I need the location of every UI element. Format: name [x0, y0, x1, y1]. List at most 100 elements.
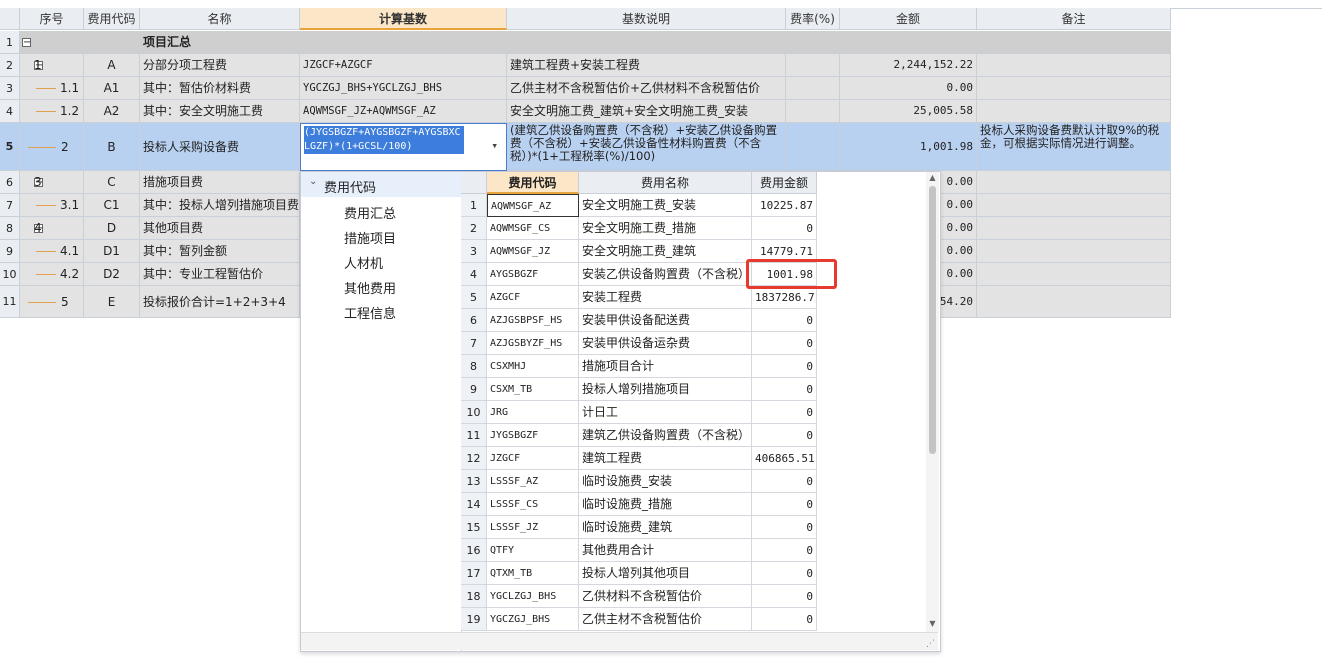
fee-name-cell[interactable]: 安装甲供设备配送费 [579, 309, 752, 332]
fee-name-cell[interactable]: 建筑工程费 [579, 447, 752, 470]
fee-name-cell[interactable]: 安全文明施工费_建筑 [579, 240, 752, 263]
fee-amount-cell[interactable]: 0 [752, 401, 817, 424]
fee-code-cell[interactable]: AZGCF [487, 286, 579, 309]
fee-row-number[interactable]: 2 [461, 217, 487, 240]
cell-rate[interactable] [786, 31, 840, 54]
row-number[interactable]: 1 [0, 31, 20, 54]
cell-desc[interactable]: 乙供主材不含税暂估价+乙供材料不含税暂估价 [507, 77, 786, 100]
fee-code-cell[interactable]: LSSSF_AZ [487, 470, 579, 493]
cell-rate[interactable] [786, 123, 840, 171]
cell-code[interactable]: D [84, 217, 140, 240]
cell-note[interactable] [977, 240, 1171, 263]
fee-code-cell[interactable]: CSXM_TB [487, 378, 579, 401]
cell-seq[interactable]: −4 [20, 217, 84, 240]
column-header-desc[interactable]: 基数说明 [507, 8, 786, 30]
cell-note[interactable] [977, 31, 1171, 54]
fee-row-number[interactable]: 17 [461, 562, 487, 585]
column-header-seq[interactable]: 序号 [20, 8, 84, 30]
cell-seq[interactable]: −1 [20, 54, 84, 77]
cell-amount[interactable]: 25,005.58 [840, 100, 977, 123]
fee-name-cell[interactable]: 投标人增列措施项目 [579, 378, 752, 401]
cell-code[interactable] [84, 31, 140, 54]
cell-name[interactable]: 投标报价合计=1+2+3+4 [140, 286, 300, 318]
row-number[interactable]: 10 [0, 263, 20, 286]
fee-amount-cell[interactable]: 0 [752, 355, 817, 378]
fee-row-number[interactable]: 3 [461, 240, 487, 263]
vertical-scrollbar[interactable]: ▲ ▼ [926, 172, 939, 632]
row-number[interactable]: 11 [0, 286, 20, 318]
fee-row-number[interactable]: 1 [461, 194, 487, 217]
fee-row-number[interactable]: 16 [461, 539, 487, 562]
cell-rate[interactable] [786, 54, 840, 77]
row-number[interactable]: 9 [0, 240, 20, 263]
fee-code-cell[interactable]: AZJGSBPSF_HS [487, 309, 579, 332]
nav-item-fee-summary[interactable]: 费用汇总 [344, 203, 396, 222]
column-header-note[interactable]: 备注 [977, 8, 1171, 30]
cell-note[interactable] [977, 100, 1171, 123]
fee-row-number[interactable]: 12 [461, 447, 487, 470]
fee-code-cell[interactable]: QTFY [487, 539, 579, 562]
fee-code-cell[interactable]: AQWMSGF_AZ [487, 194, 579, 217]
cell-desc[interactable]: 建筑工程费+安装工程费 [507, 54, 786, 77]
cell-seq[interactable]: 4.2 [20, 263, 84, 286]
fee-code-cell[interactable]: YGCLZGJ_BHS [487, 585, 579, 608]
fee-table-header-amount[interactable]: 费用金额 [752, 172, 817, 194]
fee-code-cell[interactable]: YGCZGJ_BHS [487, 608, 579, 631]
cell-base[interactable]: (JYGSBGZF+AYGSBGZF+AYGSBXCLGZF)*(1+GCSL/… [300, 123, 507, 171]
fee-row-number[interactable]: 15 [461, 516, 487, 539]
fee-amount-cell[interactable]: 10225.87 [752, 194, 817, 217]
cell-code[interactable]: B [84, 123, 140, 171]
fee-code-cell[interactable]: AYGSBGZF [487, 263, 579, 286]
row-number[interactable]: 8 [0, 217, 20, 240]
cell-amount[interactable]: 0.00 [840, 77, 977, 100]
cell-seq[interactable]: 3.1 [20, 194, 84, 217]
fee-row-number[interactable]: 7 [461, 332, 487, 355]
fee-name-cell[interactable]: 临时设施费_措施 [579, 493, 752, 516]
fee-name-cell[interactable]: 安全文明施工费_措施 [579, 217, 752, 240]
row-number[interactable]: 6 [0, 171, 20, 194]
cell-seq[interactable]: 2 [20, 123, 84, 171]
cell-note[interactable] [977, 194, 1171, 217]
fee-row-number[interactable]: 13 [461, 470, 487, 493]
cell-base[interactable]: YGCZGJ_BHS+YGCLZGJ_BHS [300, 77, 507, 100]
cell-code[interactable]: C1 [84, 194, 140, 217]
fee-amount-cell[interactable]: 0 [752, 309, 817, 332]
fee-row-number[interactable]: 10 [461, 401, 487, 424]
cell-seq[interactable]: 4.1 [20, 240, 84, 263]
fee-name-cell[interactable]: 乙供主材不含税暂估价 [579, 608, 752, 631]
fee-name-cell[interactable]: 建筑乙供设备购置费（不含税） [579, 424, 752, 447]
fee-row-number[interactable]: 11 [461, 424, 487, 447]
fee-name-cell[interactable]: 计日工 [579, 401, 752, 424]
nav-root-row[interactable]: ⌄ 费用代码 [301, 172, 461, 197]
fee-code-cell[interactable]: AQWMSGF_CS [487, 217, 579, 240]
cell-name[interactable]: 其中：暂估价材料费 [140, 77, 300, 100]
cell-name[interactable]: 其中：暂列金额 [140, 240, 300, 263]
cell-note[interactable] [977, 77, 1171, 100]
cell-note[interactable] [977, 54, 1171, 77]
cell-name[interactable]: 其中：专业工程暂估价 [140, 263, 300, 286]
fee-code-cell[interactable]: JRG [487, 401, 579, 424]
fee-table-header-name[interactable]: 费用名称 [579, 172, 752, 194]
nav-item-labor-material-machine[interactable]: 人材机 [344, 253, 383, 272]
fee-code-cell[interactable]: LSSSF_CS [487, 493, 579, 516]
column-header-code[interactable]: 费用代码 [84, 8, 140, 30]
cell-note[interactable] [977, 263, 1171, 286]
column-header-rate[interactable]: 费率(%) [786, 8, 840, 30]
fee-amount-cell[interactable]: 0 [752, 424, 817, 447]
base-formula-editor[interactable]: (JYGSBGZF+AYGSBGZF+AYGSBXCLGZF)*(1+GCSL/… [304, 126, 464, 154]
fee-amount-cell[interactable]: 406865.51 [752, 447, 817, 470]
cell-name[interactable]: 其他项目费 [140, 217, 300, 240]
fee-amount-cell[interactable]: 0 [752, 217, 817, 240]
fee-amount-cell[interactable]: 0 [752, 493, 817, 516]
cell-rate[interactable] [786, 100, 840, 123]
cell-note[interactable] [977, 217, 1171, 240]
fee-amount-cell[interactable]: 0 [752, 608, 817, 631]
scroll-up-arrow-icon[interactable]: ▲ [926, 172, 939, 184]
fee-amount-cell[interactable]: 0 [752, 470, 817, 493]
row-number[interactable]: 4 [0, 100, 20, 123]
cell-amount[interactable]: 2,244,152.22 [840, 54, 977, 77]
fee-name-cell[interactable]: 安装工程费 [579, 286, 752, 309]
nav-item-project-info[interactable]: 工程信息 [344, 303, 396, 322]
cell-name[interactable]: 项目汇总 [140, 31, 300, 54]
fee-row-number[interactable]: 6 [461, 309, 487, 332]
